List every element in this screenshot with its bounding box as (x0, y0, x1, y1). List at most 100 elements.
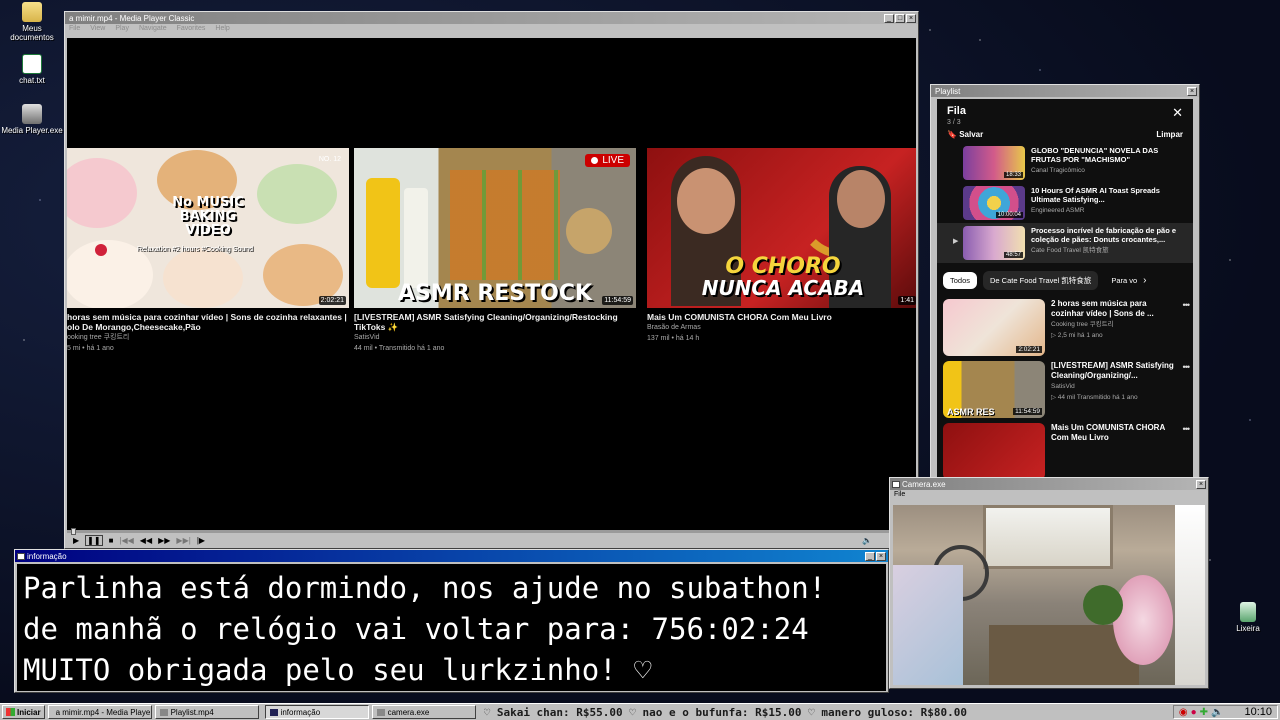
channel-name[interactable]: Brasão de Armas (647, 322, 916, 333)
recommendation-item[interactable]: 2:02:21 2 horas sem música para cozinhar… (937, 296, 1193, 358)
queue-panel: Fila 3 / 3 ✕ 🔖 Salvar Limpar 18:33 GLOBO… (937, 99, 1193, 477)
next-icon[interactable]: ▶▶| (176, 536, 190, 545)
clear-button[interactable]: Limpar (1156, 130, 1183, 139)
tray-record-icon[interactable]: ◉ (1179, 707, 1188, 718)
channel-name[interactable]: ooking tree 쿠킹트리 (67, 332, 349, 343)
video-title[interactable]: [LIVESTREAM] ASMR Satisfying Cleaning/Or… (354, 312, 636, 332)
desktop-icon-recycle-bin[interactable]: Lixeira (1216, 602, 1280, 633)
chip-for-you[interactable]: Para vo (1104, 272, 1137, 289)
close-button[interactable]: × (906, 13, 916, 23)
close-button[interactable]: × (876, 551, 886, 561)
tray-update-icon[interactable]: ✚ (1200, 707, 1208, 718)
queue-item[interactable]: 10:00:04 10 Hours Of ASMR AI Toast Sprea… (937, 183, 1193, 223)
close-button[interactable]: × (1196, 479, 1206, 489)
queue-item-title: 10 Hours Of ASMR AI Toast Spreads Ultima… (1031, 186, 1160, 204)
info-line: Parlinha está dormindo, nos ajude no sub… (23, 571, 827, 605)
media-player-titlebar[interactable]: a mimir.mp4 - Media Player Classic _ □ × (65, 12, 918, 24)
menu-help[interactable]: Help (215, 25, 229, 34)
video-thumbnail[interactable]: LIVE ASMR RESTOCK 11:54:59 (354, 148, 636, 308)
video-meta: 44 mil • Transmitido há 1 ano (354, 345, 445, 352)
video-card[interactable]: LIVE ASMR RESTOCK 11:54:59 [LIVESTREAM] … (354, 148, 636, 354)
desktop-icon-documents[interactable]: Meus documentos (0, 2, 64, 42)
start-button[interactable]: Iniciar (2, 705, 45, 719)
close-button[interactable]: × (1187, 86, 1197, 96)
video-title[interactable]: horas sem música para cozinhar vídeo | S… (67, 312, 349, 332)
stop-icon[interactable]: ■ (109, 536, 114, 545)
camera-window[interactable]: Camera.exe × File (889, 477, 1209, 689)
playlist-window[interactable]: Playlist × Fila 3 / 3 ✕ 🔖 Salvar Limpar … (930, 84, 1200, 480)
window-app-icon (17, 552, 25, 560)
menu-favorites[interactable]: Favorites (177, 25, 206, 34)
video-screen[interactable]: NO. 12 No MUSIC BAKING VIDEO Relaxation … (67, 38, 916, 530)
menu-bar: File (890, 490, 1208, 501)
queue-item[interactable]: 18:33 GLOBO "DENUNCIA" NOVELA DAS FRUTAS… (937, 143, 1193, 183)
pause-icon[interactable]: ❚❚ (85, 534, 103, 546)
channel-name[interactable]: SatisVid (354, 332, 636, 343)
menu-file[interactable]: File (894, 491, 905, 500)
frame-step-icon[interactable]: |▶ (197, 536, 205, 545)
more-options-icon[interactable]: ••• (1183, 300, 1191, 310)
more-options-icon[interactable]: ••• (1183, 424, 1191, 434)
info-window[interactable]: informação _ × Parlinha está dormindo, n… (14, 549, 889, 693)
taskbar-task-camera[interactable]: camera.exe (371, 705, 476, 719)
clock[interactable]: 10:10 (1244, 706, 1272, 718)
camera-titlebar[interactable]: Camera.exe × (890, 478, 1208, 490)
close-icon[interactable]: ✕ (1172, 105, 1183, 121)
info-line: de manhã o relógio vai voltar para: 756:… (23, 612, 809, 646)
queue-item-title: GLOBO "DENUNCIA" NOVELA DAS FRUTAS POR "… (1031, 146, 1159, 164)
menu-bar: File View Play Navigate Favorites Help (65, 24, 918, 35)
taskbar-task-playlist[interactable]: Playlist.mp4 (154, 705, 259, 719)
duration-badge: 10:00:04 (995, 212, 1023, 218)
save-button[interactable]: 🔖 Salvar (947, 130, 983, 139)
filter-chips: Todos De Cate Food Travel 凯特食旅 Para vo › (937, 263, 1193, 296)
duration-badge: 1:41 (898, 296, 916, 305)
queue-item-current[interactable]: ▶ 48:57 Processo incrível de fabricação … (937, 223, 1193, 263)
info-titlebar[interactable]: informação _ × (15, 550, 888, 562)
camera-feed (893, 505, 1205, 685)
tray-volume-icon[interactable]: 🔈 (1211, 707, 1223, 718)
recommendation-item[interactable]: ASMR RES 11:54:59 [LIVESTREAM] ASMR Sati… (937, 358, 1193, 420)
duration-badge: 48:57 (1003, 252, 1023, 258)
queue-heading: Fila (947, 105, 966, 117)
duration-badge: 11:54:59 (602, 296, 633, 305)
recommendation-item[interactable]: Mais Um COMUNISTA CHORA Com Meu Livro ••… (937, 420, 1193, 477)
desktop-icon-chat[interactable]: chat.txt (0, 54, 64, 85)
more-options-icon[interactable]: ••• (1183, 362, 1191, 372)
video-card[interactable]: NO. 12 No MUSIC BAKING VIDEO Relaxation … (67, 148, 349, 354)
chip-all[interactable]: Todos (943, 272, 978, 289)
rewind-icon[interactable]: ◀◀ (140, 536, 152, 545)
recommendation-title: [LIVESTREAM] ASMR Satisfying Cleaning/Or… (1051, 361, 1174, 380)
menu-navigate[interactable]: Navigate (139, 25, 167, 34)
playlist-titlebar[interactable]: Playlist × (931, 85, 1199, 97)
fast-forward-icon[interactable]: ▶▶ (158, 536, 170, 545)
tray-app-icon[interactable]: ● (1191, 707, 1197, 718)
play-icon[interactable]: ▶ (73, 536, 79, 545)
maximize-button[interactable]: □ (895, 13, 905, 23)
menu-file[interactable]: File (69, 25, 80, 34)
chevron-right-icon[interactable]: › (1143, 275, 1146, 286)
app-icon (269, 708, 278, 716)
video-card[interactable]: O CHORO NUNCA ACABA 1:41 Mais Um COMUNIS… (647, 148, 916, 344)
menu-play[interactable]: Play (115, 25, 129, 34)
recommendation-title: Mais Um COMUNISTA CHORA Com Meu Livro (1051, 423, 1165, 442)
video-title[interactable]: Mais Um COMUNISTA CHORA Com Meu Livro (647, 312, 916, 322)
previous-icon[interactable]: |◀◀ (119, 536, 133, 545)
duration-badge: 11:54:59 (1013, 408, 1042, 415)
playback-controls: ▶ ❚❚ ■ |◀◀ ◀◀ ▶▶ ▶▶| |▶ 🔈 (67, 532, 916, 548)
taskbar-task-media-player[interactable]: a mimir.mp4 - Media Playe... (47, 705, 152, 719)
taskbar-task-info[interactable]: informação (264, 705, 369, 719)
media-player-window[interactable]: a mimir.mp4 - Media Player Classic _ □ ×… (64, 11, 919, 549)
text-file-icon (22, 54, 42, 74)
media-player-icon (22, 104, 42, 124)
recommendation-meta: ▷ 2,5 mi há 1 ano (1051, 332, 1103, 339)
video-thumbnail[interactable]: O CHORO NUNCA ACABA 1:41 (647, 148, 916, 308)
chip-channel[interactable]: De Cate Food Travel 凯特食旅 (983, 271, 1099, 290)
volume-icon[interactable]: 🔈 (862, 536, 872, 545)
queue-item-title: Processo incrível de fabricação de pão e… (1031, 226, 1177, 244)
menu-view[interactable]: View (90, 25, 105, 34)
desktop-icon-media-player[interactable]: Media Player.exe (0, 104, 64, 135)
minimize-button[interactable]: _ (865, 551, 875, 561)
recommendation-title: 2 horas sem música para cozinhar vídeo |… (1051, 299, 1154, 318)
video-thumbnail[interactable]: NO. 12 No MUSIC BAKING VIDEO Relaxation … (67, 148, 349, 308)
minimize-button[interactable]: _ (884, 13, 894, 23)
